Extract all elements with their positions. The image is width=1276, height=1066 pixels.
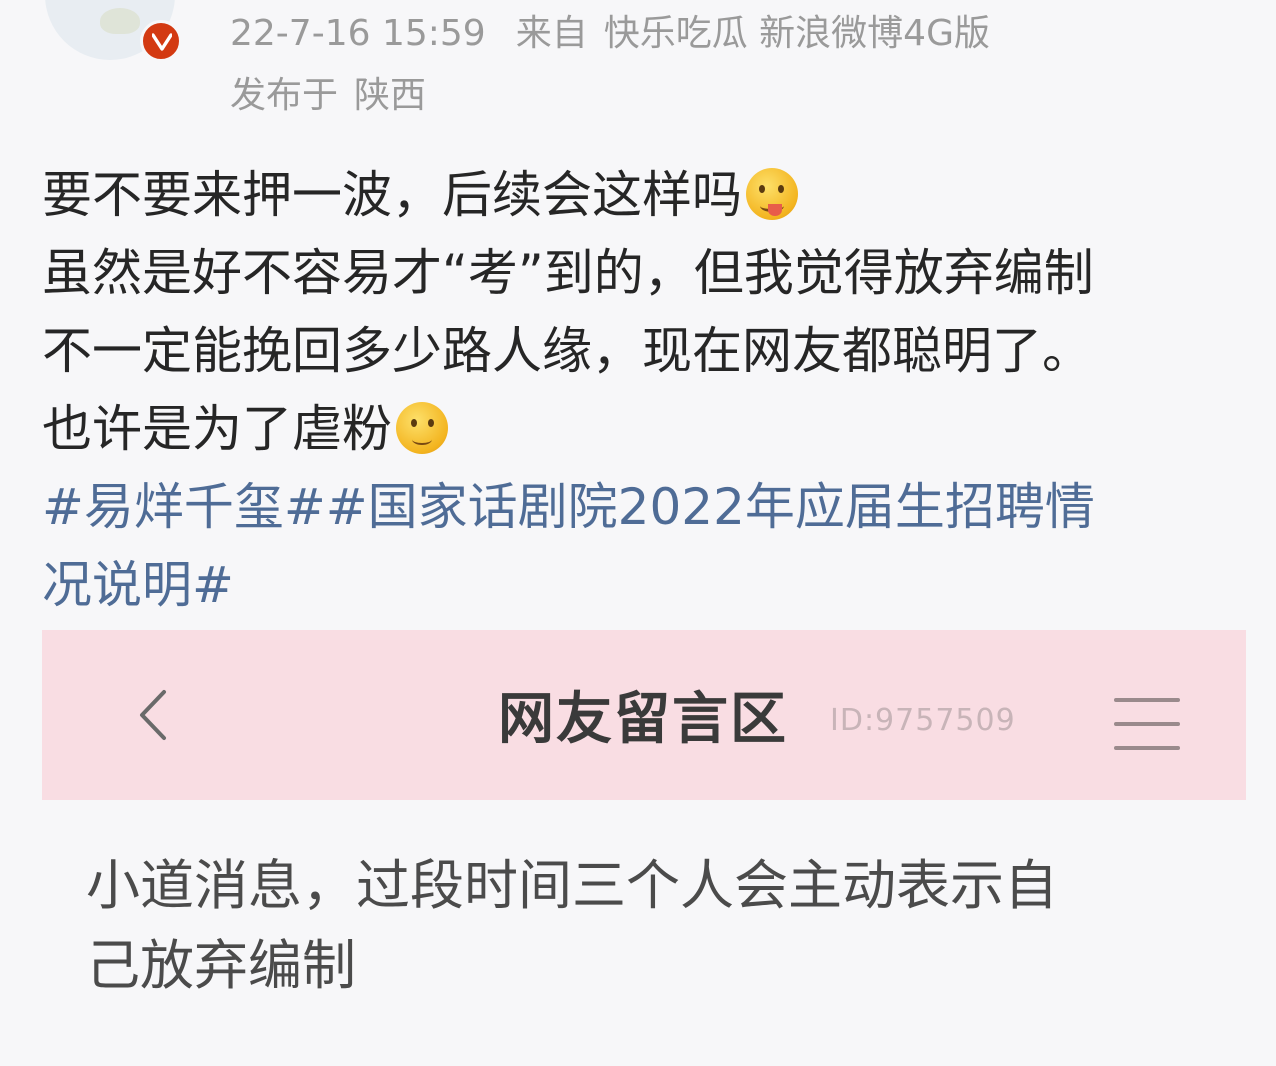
chevron-left-icon[interactable]: [130, 688, 184, 742]
message-board-title: 网友留言区: [498, 687, 788, 752]
smirk-emoji-icon: [396, 402, 448, 454]
post-line: 虽然是好不容易才“考”到的，但我觉得放弃编制: [42, 244, 1094, 302]
post-text: 要不要来押一波，后续会这样吗: [42, 166, 742, 224]
avatar-image: [100, 8, 140, 34]
hashtag-link[interactable]: #易烊千玺##国家话剧院2022年应届生招聘情: [42, 468, 1242, 546]
board-comment: 小道消息，过段时间三个人会主动表示自 己放弃编制: [86, 846, 1206, 1006]
post-line: 不一定能挽回多少路人缘，现在网友都聪明了。: [42, 322, 1092, 380]
post-text: 也许是为了虐粉: [42, 400, 392, 458]
post-meta: 22-7-16 15:59 来自 快乐吃瓜 新浪微博4G版: [230, 16, 990, 52]
message-board-header: 网友留言区 ID:9757509: [42, 630, 1246, 800]
location-value: 陕西: [354, 75, 427, 116]
post-location: 发布于 陕西: [230, 78, 426, 114]
tongue-out-emoji-icon: [746, 168, 798, 220]
post-line: 也许是为了虐粉: [42, 390, 1242, 468]
post-body: 要不要来押一波，后续会这样吗 虽然是好不容易才“考”到的，但我觉得放弃编制 不一…: [42, 156, 1242, 624]
comment-line: 小道消息，过段时间三个人会主动表示自: [86, 854, 1058, 917]
location-prefix: 发布于: [230, 75, 339, 116]
source-prefix: 来自: [515, 13, 588, 54]
post-source[interactable]: 快乐吃瓜 新浪微博4G版: [604, 13, 990, 54]
vip-verified-icon: [140, 20, 182, 62]
hashtag-link[interactable]: 况说明#: [42, 546, 1242, 624]
comment-line: 己放弃编制: [86, 934, 356, 997]
post-line: 要不要来押一波，后续会这样吗: [42, 156, 1242, 234]
hamburger-menu-icon[interactable]: [1114, 698, 1180, 752]
post-time: 22-7-16 15:59: [230, 13, 486, 54]
board-id: ID:9757509: [830, 703, 1016, 738]
